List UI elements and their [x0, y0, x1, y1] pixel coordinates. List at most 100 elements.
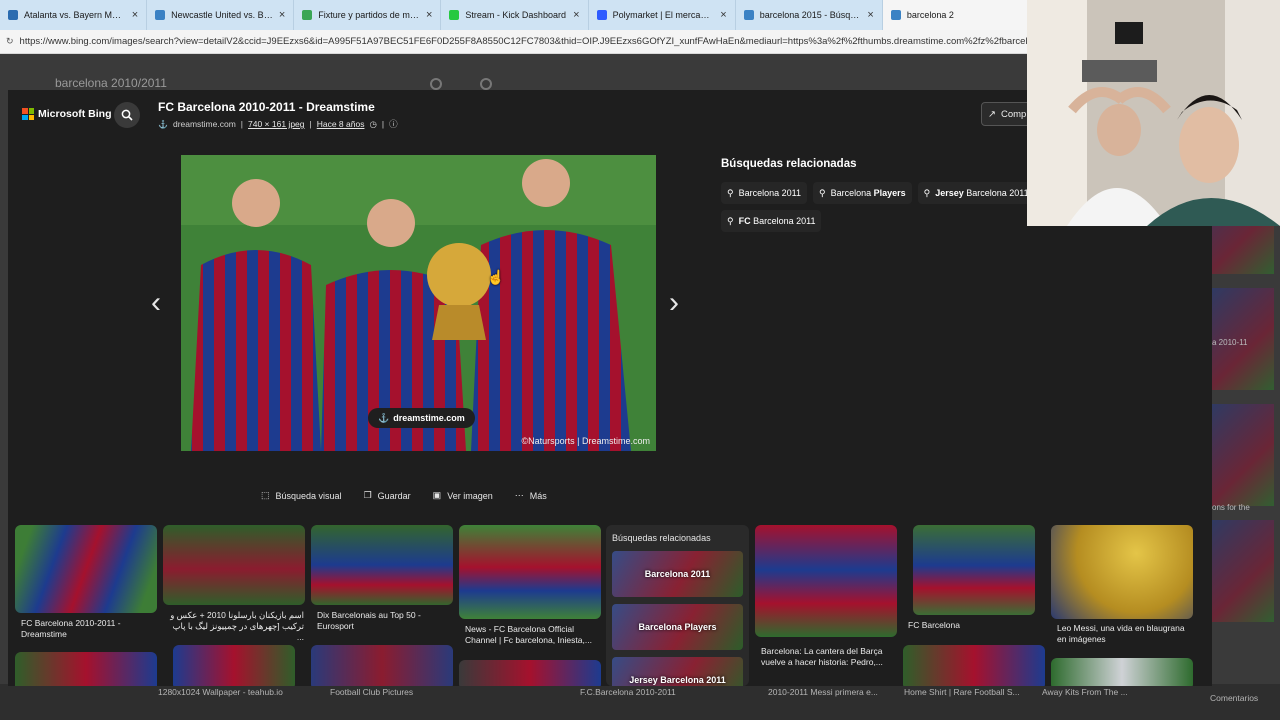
- image-title[interactable]: FC Barcelona 2010-2011 - Dreamstime: [158, 100, 375, 114]
- background-caption: 2010-2011 Messi primera e...: [768, 687, 878, 697]
- save-icon: ❐: [363, 490, 372, 500]
- image-dimensions[interactable]: 740 × 161 jpeg: [248, 119, 304, 129]
- favicon-icon: [302, 10, 313, 20]
- result-image[interactable]: [15, 525, 157, 613]
- image-source-pill[interactable]: ⚓ dreamstime.com: [368, 408, 475, 428]
- browser-tab-bar: Atalanta vs. Bayern Munich | E×Newcastle…: [0, 0, 1030, 30]
- related-chip[interactable]: ⚲ Jersey Barcelona 2011: [917, 182, 1035, 204]
- next-image-button[interactable]: ›: [669, 288, 679, 318]
- close-tab-icon[interactable]: ×: [573, 9, 579, 21]
- source-icon: ⚓: [378, 412, 390, 423]
- result-image[interactable]: [15, 652, 157, 686]
- more-icon: ⋯: [514, 490, 524, 500]
- result-image[interactable]: [173, 645, 295, 686]
- browser-tab[interactable]: Polymarket | El mercado de predic ×: [589, 0, 736, 30]
- result-caption[interactable]: FC Barcelona 2010-2011 - Dreamstime: [21, 618, 156, 640]
- browser-tab[interactable]: barcelona 2015 - Búsqueda ×: [736, 0, 883, 30]
- result-image[interactable]: [163, 525, 305, 605]
- background-caption: Home Shirt | Rare Football S...: [904, 687, 1020, 697]
- source-link[interactable]: dreamstime.com: [173, 119, 236, 129]
- related-searches-title: Búsquedas relacionadas: [721, 158, 857, 170]
- url-text[interactable]: https://www.bing.com/images/search?view=…: [20, 36, 1030, 47]
- brand-name: Microsoft Bing: [38, 108, 112, 120]
- feedback-link[interactable]: Comentarios: [1210, 693, 1258, 703]
- result-image[interactable]: [1051, 658, 1193, 686]
- close-tab-icon[interactable]: ×: [279, 9, 285, 21]
- image-watermark: ©Natursports | Dreamstime.com: [521, 436, 651, 446]
- info-icon[interactable]: ⓘ: [389, 118, 398, 130]
- clock-icon: ◷: [369, 118, 377, 129]
- image-age[interactable]: Hace 8 años: [317, 119, 365, 129]
- result-caption[interactable]: FC Barcelona: [908, 620, 1043, 631]
- result-image[interactable]: [913, 525, 1035, 615]
- related-box-item[interactable]: Jersey Barcelona 2011: [612, 657, 743, 686]
- main-image-illustration: [181, 155, 656, 451]
- microsoft-logo-icon: [22, 108, 34, 120]
- result-image[interactable]: [459, 525, 601, 619]
- browser-tab[interactable]: barcelona 2: [882, 0, 1030, 30]
- more-button[interactable]: ⋯ Más: [515, 490, 547, 501]
- action-label: Búsqueda visual: [275, 490, 342, 501]
- mouse-cursor-icon: ☝: [487, 269, 505, 285]
- search-icon: ⚲: [727, 215, 734, 226]
- result-image[interactable]: [903, 645, 1045, 686]
- result-caption[interactable]: News - FC Barcelona Official Channel | F…: [465, 624, 600, 646]
- thumbnail-image[interactable]: [1212, 404, 1274, 506]
- search-icon: ⚲: [727, 187, 734, 198]
- background-caption: ons for the: [1212, 503, 1250, 512]
- favicon-icon: [8, 10, 18, 20]
- chip-label: Barcelona: [830, 188, 874, 198]
- tab-title: barcelona 2015 - Búsqueda: [759, 10, 862, 20]
- browser-tab[interactable]: Newcastle United vs. Barcelo ×: [147, 0, 295, 30]
- result-image[interactable]: [755, 525, 897, 637]
- related-chip[interactable]: ⚲ Barcelona Players: [812, 182, 912, 204]
- visual-search-button[interactable]: ⬚ Búsqueda visual: [261, 490, 342, 501]
- result-caption[interactable]: Leo Messi, una vida en blaugrana en imág…: [1057, 623, 1192, 645]
- tab-title: barcelona 2: [906, 10, 954, 20]
- tab-title: Stream - Kick Dashboard: [465, 10, 566, 20]
- address-bar[interactable]: ↻ https://www.bing.com/images/search?vie…: [0, 30, 1030, 54]
- tab-title: Newcastle United vs. Barcelo: [171, 10, 273, 20]
- lock-icon: ↻: [6, 36, 14, 46]
- search-icon: [121, 109, 133, 121]
- result-image[interactable]: [311, 645, 453, 686]
- image-icon: ▣: [432, 490, 442, 500]
- favicon-icon: [449, 10, 460, 20]
- browser-tab[interactable]: Atalanta vs. Bayern Munich | E ×: [0, 0, 148, 30]
- result-caption[interactable]: Barcelona: La cantera del Barça vuelve a…: [761, 646, 896, 668]
- tab-title: Atalanta vs. Bayern Munich | E: [24, 10, 126, 20]
- result-image[interactable]: [1051, 525, 1193, 619]
- background-caption: Football Club Pictures: [330, 687, 414, 697]
- visual-search-icon: ⬚: [261, 490, 270, 500]
- browser-tab[interactable]: Stream - Kick Dashboard ×: [441, 0, 589, 30]
- favicon-icon: [890, 10, 901, 20]
- thumbnail-image[interactable]: [1212, 520, 1274, 622]
- bing-logo[interactable]: Microsoft Bing: [22, 108, 112, 120]
- related-searches-chips: ⚲ Barcelona 2011 ⚲ Barcelona Players ⚲ J…: [721, 182, 1041, 232]
- favicon-icon: [155, 10, 166, 20]
- related-chip[interactable]: ⚲ Barcelona 2011: [721, 182, 807, 204]
- related-chip[interactable]: ⚲ FC Barcelona 2011: [721, 210, 822, 232]
- save-button[interactable]: ❐ Guardar: [364, 490, 411, 501]
- favicon-icon: [596, 10, 607, 20]
- result-caption[interactable]: Dix Barcelonais au Top 50 - Eurosport: [317, 610, 452, 632]
- search-icon: ⚲: [923, 187, 931, 198]
- close-tab-icon[interactable]: ×: [867, 9, 873, 21]
- result-caption[interactable]: اسم بازیکنان بارسلونا 2010 + عکس و ترکیب…: [169, 610, 304, 643]
- chip-label: Barcelona 2011: [738, 188, 801, 198]
- result-image[interactable]: [311, 525, 453, 605]
- close-tab-icon[interactable]: ×: [426, 9, 432, 21]
- main-image[interactable]: ⚓ dreamstime.com ©Natursports | Dreamsti…: [181, 155, 656, 451]
- view-image-button[interactable]: ▣ Ver imagen: [433, 490, 493, 501]
- result-image[interactable]: [459, 660, 601, 686]
- browser-tab[interactable]: Fixture y partidos de mañana en e ×: [294, 0, 442, 30]
- previous-image-button[interactable]: ‹: [151, 288, 161, 318]
- related-box-item[interactable]: Barcelona 2011: [612, 551, 743, 597]
- background-caption: a 2010-11: [1212, 338, 1248, 347]
- search-button[interactable]: [114, 102, 140, 128]
- related-box-item[interactable]: Barcelona Players: [612, 604, 743, 650]
- close-tab-icon[interactable]: ×: [132, 9, 138, 21]
- chip-label-bold: FC: [738, 216, 751, 226]
- close-tab-icon[interactable]: ×: [720, 9, 726, 21]
- search-icon: ⚲: [818, 187, 826, 198]
